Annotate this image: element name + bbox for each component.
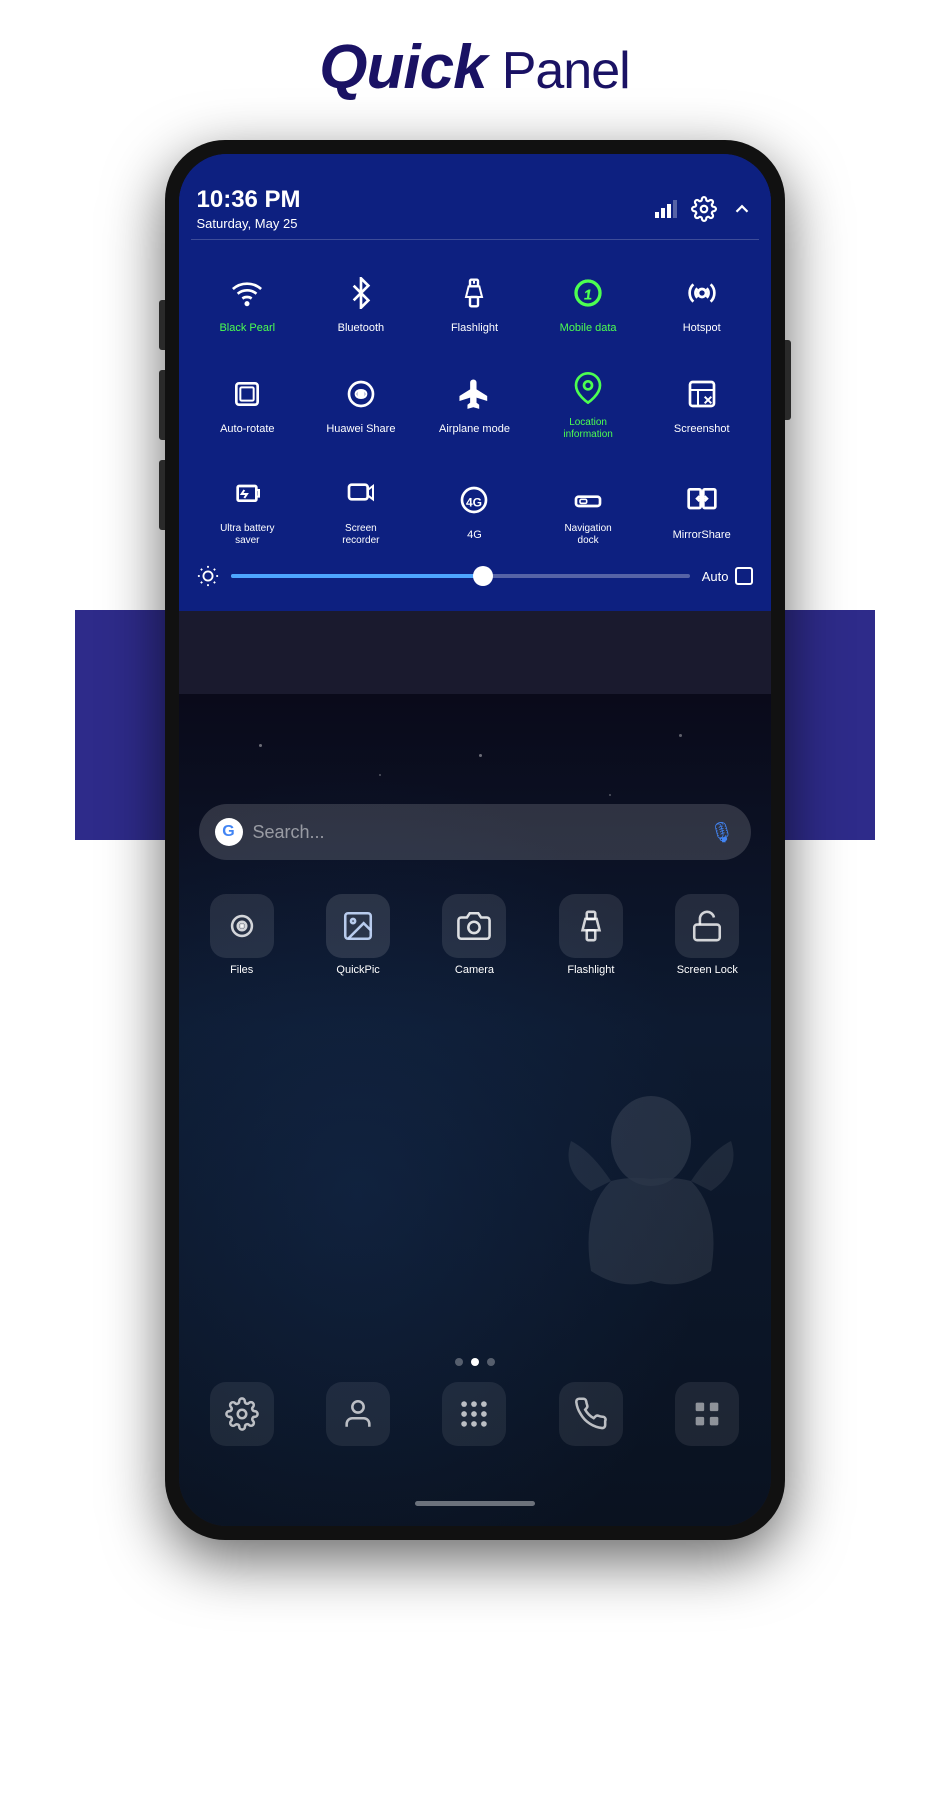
google-logo: G <box>215 818 243 846</box>
dock-phone[interactable] <box>538 1382 644 1446</box>
tile-autorotate-label: Auto-rotate <box>220 423 274 436</box>
dock-icon-phone <box>559 1382 623 1446</box>
volume-down-button <box>159 370 165 440</box>
dock-icon-misc <box>675 1382 739 1446</box>
app-icon-files <box>210 894 274 958</box>
app-label-flashlight-home: Flashlight <box>567 964 614 976</box>
quick-tiles-row3: Ultra batterysaver Screenrecorder <box>179 449 771 555</box>
microphone-icon[interactable]: 🎙 <box>709 820 734 845</box>
tile-mirrorshare-label: MirrorShare <box>673 529 731 542</box>
tile-hotspot-label: Hotspot <box>683 322 721 335</box>
collapse-icon[interactable] <box>731 198 753 220</box>
tile-huaweishare-label: Huawei Share <box>326 423 395 436</box>
page-dot-1 <box>455 1358 463 1366</box>
phone-screen: 10:36 PM Saturday, May 25 <box>179 154 771 1526</box>
quick-tiles-row2: Auto-rotate Huawei Share <box>179 343 771 449</box>
dock-app-drawer[interactable] <box>421 1382 527 1446</box>
dock-settings[interactable] <box>189 1382 295 1446</box>
power-button <box>785 340 791 420</box>
tile-location[interactable]: Locationinformation <box>531 353 645 449</box>
tile-autorotate[interactable]: Auto-rotate <box>191 353 305 449</box>
app-label-camera: Camera <box>455 964 494 976</box>
quick-tiles-row1: Black Pearl Bluetooth <box>179 248 771 343</box>
brightness-control: Auto <box>179 555 771 597</box>
svg-text:4G: 4G <box>466 495 482 509</box>
tile-mobiledata[interactable]: 1 1 Mobile data <box>531 258 645 343</box>
svg-text:1: 1 <box>584 288 592 304</box>
dock-icon-contacts <box>326 1382 390 1446</box>
tile-airplanemode[interactable]: Airplane mode <box>418 353 532 449</box>
tile-bluetooth[interactable]: Bluetooth <box>304 258 418 343</box>
settings-icon[interactable] <box>691 196 717 222</box>
home-indicator <box>415 1501 535 1506</box>
tile-navdock[interactable]: Navigationdock <box>531 459 645 555</box>
app-grid: Files QuickPic <box>189 894 761 976</box>
tile-navdock-label: Navigationdock <box>564 523 611 547</box>
app-label-screenlock: Screen Lock <box>677 964 738 976</box>
volume-up-button <box>159 300 165 350</box>
tile-screenrecorder[interactable]: Screenrecorder <box>304 459 418 555</box>
status-date: Saturday, May 25 <box>197 216 301 231</box>
phone-outer-shell: 10:36 PM Saturday, May 25 <box>165 140 785 1540</box>
home-screen: G Search... 🎙 Files <box>179 694 771 1526</box>
tile-screenrecorder-label: Screenrecorder <box>342 523 379 547</box>
tile-mobiledata-label: Mobile data <box>560 322 617 335</box>
home-silhouette <box>561 1091 741 1336</box>
tile-screenshot-label: Screenshot <box>674 423 730 436</box>
quick-panel: 10:36 PM Saturday, May 25 <box>179 154 771 611</box>
brightness-slider[interactable] <box>231 574 690 578</box>
tile-4g-label: 4G <box>467 529 482 542</box>
app-screenlock[interactable]: Screen Lock <box>654 894 760 976</box>
tile-huaweishare[interactable]: Huawei Share <box>304 353 418 449</box>
status-time: 10:36 PM <box>197 186 301 214</box>
app-icon-camera <box>442 894 506 958</box>
tile-wifi[interactable]: Black Pearl <box>191 258 305 343</box>
tile-ultrabattery-label: Ultra batterysaver <box>220 523 274 547</box>
brightness-auto-label: Auto <box>702 569 729 584</box>
page-dot-2 <box>471 1358 479 1366</box>
search-placeholder: Search... <box>253 822 700 843</box>
tile-4g[interactable]: 4G 4G <box>418 459 532 555</box>
dock-icon-app-drawer <box>442 1382 506 1446</box>
mute-switch <box>159 460 165 530</box>
app-files[interactable]: Files <box>189 894 295 976</box>
app-flashlight-home[interactable]: Flashlight <box>538 894 644 976</box>
tile-ultrabattery[interactable]: Ultra batterysaver <box>191 459 305 555</box>
signal-icon <box>655 200 677 218</box>
tile-flashlight-label: Flashlight <box>451 322 498 335</box>
dock-icon-settings <box>210 1382 274 1446</box>
brightness-auto-toggle[interactable]: Auto <box>702 567 753 585</box>
dock-misc[interactable] <box>654 1382 760 1446</box>
app-icon-flashlight-home <box>559 894 623 958</box>
app-label-quickpic: QuickPic <box>336 964 379 976</box>
tile-hotspot[interactable]: Hotspot <box>645 258 759 343</box>
app-icon-screenlock <box>675 894 739 958</box>
app-dock <box>189 1382 761 1446</box>
title-bold: Quick <box>319 33 486 102</box>
app-quickpic[interactable]: QuickPic <box>305 894 411 976</box>
page-dot-3 <box>487 1358 495 1366</box>
app-icon-quickpic <box>326 894 390 958</box>
app-label-files: Files <box>230 964 253 976</box>
tile-flashlight[interactable]: Flashlight <box>418 258 532 343</box>
tile-mirrorshare[interactable]: MirrorShare <box>645 459 759 555</box>
tile-location-label: Locationinformation <box>563 417 612 441</box>
dock-contacts[interactable] <box>305 1382 411 1446</box>
brightness-icon <box>197 565 219 587</box>
tile-screenshot[interactable]: Screenshot <box>645 353 759 449</box>
tile-bluetooth-label: Bluetooth <box>338 322 384 335</box>
search-bar[interactable]: G Search... 🎙 <box>199 804 751 860</box>
brightness-auto-checkbox[interactable] <box>735 567 753 585</box>
phone-frame: 10:36 PM Saturday, May 25 <box>135 140 815 1720</box>
title-normal: Panel <box>502 42 630 100</box>
page-title-area: Quick Panel <box>0 0 949 121</box>
tile-wifi-label: Black Pearl <box>219 322 275 335</box>
tile-airplanemode-label: Airplane mode <box>439 423 510 436</box>
page-indicator <box>455 1358 495 1366</box>
app-camera[interactable]: Camera <box>421 894 527 976</box>
